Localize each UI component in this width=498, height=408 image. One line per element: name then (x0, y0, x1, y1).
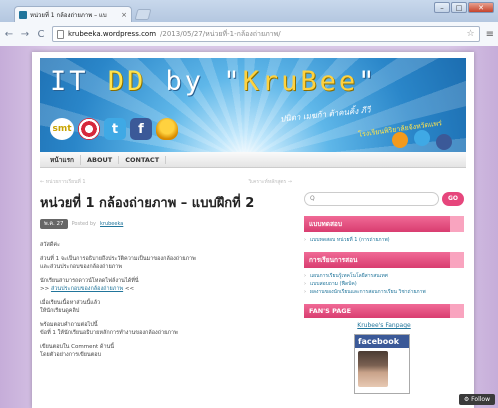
fanpage-link[interactable]: Krubee's Fanpage (304, 322, 464, 329)
back-button[interactable]: ← (4, 29, 14, 40)
browser-tab[interactable]: หน่วยที่ 1 กล้องถ่ายภาพ – แบ × (14, 6, 132, 23)
sidebar: Q GO แบบทดสอบ แบบทดสอบ หน่วยที่ 1 (การถ่… (304, 192, 464, 394)
post-body: สวัสดีค่ะ ส่วนที่ 1 จะเป็นการอธิบายถึงปร… (40, 241, 292, 359)
browser-toolbar: ← → C krubeeka.wordpress.com/2013/05/27/… (0, 22, 498, 46)
facebook-logo: facebook (355, 335, 409, 348)
site-container: IT DD by "KruBee" ปนิดา เมฆก้า ต้าคนคิ้ง… (32, 52, 474, 408)
greeting: สวัสดีค่ะ (40, 242, 61, 248)
paragraph: พร้อมตอบคำถามต่อไปนี้ ข้อที่ 1 ให้นักเรีย… (40, 322, 178, 336)
main-nav: หน้าแรก ABOUT CONTACT (40, 152, 466, 168)
download-link[interactable]: ส่วนประกอบของกล้องถ่ายภาพ (51, 286, 123, 292)
prev-post-link[interactable]: ← หน่วยการเรียนที่ 1 (40, 178, 86, 186)
date-badge: พ.ค. 27 (40, 219, 68, 229)
post-meta: พ.ค. 27 Posted by krubeeka (40, 219, 292, 229)
posted-by-label: Posted by (71, 221, 96, 227)
nav-item-contact[interactable]: CONTACT (119, 155, 167, 164)
nav-item-about[interactable]: ABOUT (81, 155, 120, 164)
tab-title: หน่วยที่ 1 กล้องถ่ายภาพ – แบ (30, 12, 107, 19)
new-tab-button[interactable] (134, 9, 152, 20)
paragraph: เมื่อเรียนเนื้อหาส่วนนี้แล้ว ให้นักเรียนด… (40, 300, 101, 314)
profile-photo (358, 351, 388, 387)
rss-icon[interactable] (392, 132, 408, 148)
address-bar[interactable]: krubeeka.wordpress.com/2013/05/27/หน่วยท… (52, 26, 480, 42)
post-column: ← หน่วยการเรียนที่ 1 วิเคราะห์หลักสูตร →… (40, 178, 292, 365)
nav-item-home[interactable]: หน้าแรก (44, 154, 81, 165)
post-navigation: ← หน่วยการเรียนที่ 1 วิเคราะห์หลักสูตร → (40, 178, 292, 186)
widget-link[interactable]: ผลงานของนักเรียนและการสอนการเรียน วิชาถ่… (304, 288, 464, 296)
site-title: IT DD by "KruBee" (50, 66, 378, 97)
page-icon (57, 29, 64, 39)
share-icon[interactable] (436, 134, 452, 150)
close-window-button[interactable]: ✕ (468, 2, 494, 13)
paragraph: ส่วนที่ 1 จะเป็นการอธิบายถึงประวัติความเ… (40, 256, 196, 270)
site-banner[interactable]: IT DD by "KruBee" ปนิดา เมฆก้า ต้าคนคิ้ง… (40, 58, 466, 152)
banner-icons: smt t f (50, 118, 178, 140)
follow-button[interactable]: ⚙ Follow (458, 394, 495, 405)
delicious-icon[interactable] (414, 130, 430, 146)
smt-logo-icon: smt (50, 118, 74, 140)
facebook-icon[interactable]: f (130, 118, 152, 140)
browser-chrome: หน่วยที่ 1 กล้องถ่ายภาพ – แบ × – □ ✕ ← →… (0, 0, 498, 46)
target-icon (78, 118, 100, 140)
widget-title: แบบทดสอบ (304, 216, 464, 232)
tab-close-icon[interactable]: × (121, 11, 127, 19)
author-link[interactable]: krubeeka (100, 221, 123, 227)
widget-link[interactable]: แผนการเรียนรู้เทคโนโลยีสารสนเทศ (304, 272, 464, 280)
twitter-icon[interactable]: t (104, 118, 126, 140)
forward-button[interactable]: → (20, 29, 30, 40)
widget-title: การเรียนการสอน (304, 252, 464, 268)
search-go-button[interactable]: GO (442, 192, 464, 206)
widget-list: แบบทดสอบ หน่วยที่ 1 (การถ่ายภาพ) (304, 236, 464, 244)
widget-link[interactable]: แบบสอบถาม (ฟีดบ้ค) (304, 280, 464, 288)
widget-list: แผนการเรียนรู้เทคโนโลยีสารสนเทศ แบบสอบถา… (304, 272, 464, 296)
facebook-widget[interactable]: facebook (354, 334, 410, 394)
browser-menu-icon[interactable]: ≡ (486, 29, 494, 40)
url-host: krubeeka.wordpress.com (68, 30, 157, 38)
paragraph: เขียนตอบใน Comment ด้านนี้ โดยตัวอย่างการ… (40, 344, 115, 358)
widget-title: FAN'S PAGE (304, 304, 464, 318)
widget-link[interactable]: แบบทดสอบ หน่วยที่ 1 (การถ่ายภาพ) (304, 236, 464, 244)
search-input[interactable]: Q (304, 192, 439, 206)
maximize-button[interactable]: □ (451, 2, 467, 13)
reload-button[interactable]: C (36, 29, 46, 40)
minimize-button[interactable]: – (434, 2, 450, 13)
bookmark-star-icon[interactable]: ☆ (467, 29, 475, 39)
search-form: Q GO (304, 192, 464, 206)
tab-strip: หน่วยที่ 1 กล้องถ่ายภาพ – แบ × – □ ✕ (0, 0, 498, 23)
window-controls: – □ ✕ (434, 2, 494, 13)
paragraph: นักเรียนสามารถดาวน์โหลดไฟล์งานได้ที่นี่ >… (40, 278, 139, 292)
post-title: หน่วยที่ 1 กล้องถ่ายภาพ – แบบฝึกที่ 2 (40, 196, 255, 211)
url-path: /2013/05/27/หน่วยที่-1-กล้องถ่ายภาพ/ (160, 29, 281, 38)
wordpress-favicon-icon (19, 11, 27, 19)
next-post-link[interactable]: วิเคราะห์หลักสูตร → (249, 178, 293, 186)
monument-icon (156, 118, 178, 140)
